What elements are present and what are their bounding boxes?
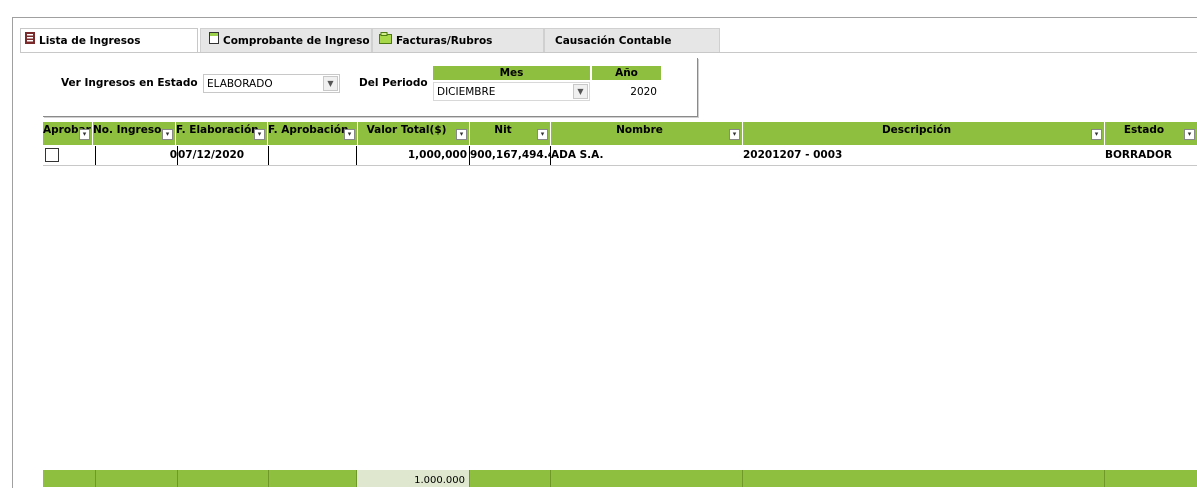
col-no-ingreso[interactable]: No. Ingreso ▾ — [93, 122, 176, 145]
cell-descripcion: 20201207 - 0003 — [743, 149, 843, 161]
col-valor-total[interactable]: Valor Total($) ▾ — [358, 122, 470, 145]
estado-value: ELABORADO — [207, 78, 273, 90]
anio-field[interactable]: 2020 — [592, 82, 661, 101]
tab-label: Comprobante de Ingreso — [223, 35, 370, 47]
tab-label: Causación Contable — [555, 35, 672, 47]
list-icon — [25, 29, 35, 53]
cell-nombre: ADA S.A. — [551, 149, 604, 161]
filter-dropdown-icon[interactable]: ▾ — [729, 129, 740, 140]
footer-cell — [96, 470, 178, 487]
tab-causacion-contable[interactable]: Causación Contable — [544, 28, 720, 52]
cell-aprobar[interactable] — [43, 146, 96, 165]
grid-header: Aprobar ▾ No. Ingreso ▾ F. Elaboración ▾ F.… — [43, 122, 1197, 145]
cell-estado: BORRADOR — [1105, 149, 1172, 161]
filter-dropdown-icon[interactable]: ▾ — [344, 129, 355, 140]
tab-lista-de-ingresos[interactable]: Lista de Ingresos — [20, 28, 198, 53]
tab-comprobante-de-ingreso[interactable]: Comprobante de Ingreso — [200, 28, 372, 52]
filter-dropdown-icon[interactable]: ▾ — [254, 129, 265, 140]
footer-cell — [178, 470, 269, 487]
filter-dropdown-icon[interactable]: ▾ — [537, 129, 548, 140]
mes-select[interactable]: DICIEMBRE ▼ — [433, 82, 590, 101]
grid-footer: 1.000.000 — [43, 470, 1197, 487]
tab-panel — [20, 52, 1197, 488]
tab-facturas-rubros[interactable]: Facturas/Rubros — [372, 28, 544, 52]
col-aprobar[interactable]: Aprobar ▾ — [43, 122, 93, 145]
mes-header: Mes — [433, 66, 590, 80]
footer-total-valor: 1.000.000 — [357, 470, 470, 487]
filter-dropdown-icon[interactable]: ▾ — [162, 129, 173, 140]
anio-header: Año — [592, 66, 661, 80]
cell-f-aprobacion — [269, 146, 357, 165]
folder-icon — [379, 29, 392, 53]
col-nit[interactable]: Nit ▾ — [470, 122, 551, 145]
footer-cell — [269, 470, 357, 487]
periodo-label: Del Periodo — [359, 77, 428, 89]
table-row[interactable]: 0 07/12/2020 1,000,000 900,167,494.4 ADA… — [43, 146, 1197, 166]
col-f-aprobacion[interactable]: F. Aprobación ▾ — [268, 122, 358, 145]
footer-cell — [470, 470, 551, 487]
cell-valor-total: 1,000,000 — [357, 146, 470, 165]
tab-label: Facturas/Rubros — [396, 35, 493, 47]
chevron-down-icon[interactable]: ▼ — [573, 84, 588, 99]
estado-label: Ver Ingresos en Estado — [61, 77, 198, 89]
col-descripcion[interactable]: Descripción ▾ — [743, 122, 1105, 145]
filter-dropdown-icon[interactable]: ▾ — [79, 129, 90, 140]
filter-box: Ver Ingresos en Estado ELABORADO ▼ Del P… — [43, 58, 698, 117]
chevron-down-icon[interactable]: ▼ — [323, 76, 338, 91]
col-estado[interactable]: Estado ▾ — [1105, 122, 1197, 145]
cell-no-ingreso: 0 — [96, 146, 178, 165]
mes-value: DICIEMBRE — [437, 86, 496, 98]
col-f-elaboracion[interactable]: F. Elaboración ▾ — [176, 122, 268, 145]
col-nombre[interactable]: Nombre ▾ — [551, 122, 743, 145]
filter-dropdown-icon[interactable]: ▾ — [1091, 129, 1102, 140]
document-icon — [209, 29, 219, 53]
tab-label: Lista de Ingresos — [39, 35, 141, 47]
aprobar-checkbox[interactable] — [45, 148, 59, 162]
footer-cell — [743, 470, 1105, 487]
anio-value: 2020 — [630, 86, 657, 98]
estado-select[interactable]: ELABORADO ▼ — [203, 74, 340, 93]
filter-dropdown-icon[interactable]: ▾ — [456, 129, 467, 140]
cell-f-elaboracion: 07/12/2020 — [178, 146, 269, 165]
cell-nit: 900,167,494.4 — [470, 146, 551, 165]
footer-cell — [43, 470, 96, 487]
footer-cell — [551, 470, 743, 487]
filter-dropdown-icon[interactable]: ▾ — [1184, 129, 1195, 140]
footer-cell — [1105, 470, 1197, 487]
